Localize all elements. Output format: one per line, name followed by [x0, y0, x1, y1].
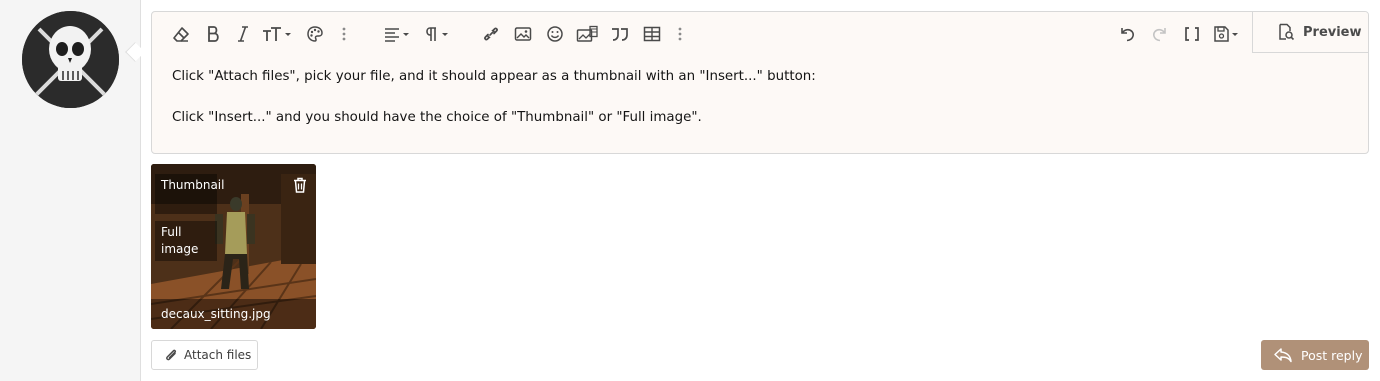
trash-icon[interactable]	[293, 177, 307, 197]
eraser-icon[interactable]	[170, 22, 192, 46]
reply-icon	[1274, 348, 1292, 363]
undo-icon[interactable]	[1116, 22, 1138, 46]
brackets-icon[interactable]	[1181, 22, 1203, 46]
content-line: Click "Attach files", pick your file, an…	[172, 69, 816, 84]
attachment-thumbnail: Thumbnail Full image decaux_sitting.jpg	[151, 164, 316, 329]
message-arrow	[125, 42, 145, 62]
skull-avatar-image	[22, 11, 119, 108]
paperclip-icon	[166, 349, 177, 361]
redo-icon[interactable]	[1149, 22, 1171, 46]
preview-button[interactable]: Preview	[1252, 12, 1368, 53]
post-reply-button[interactable]: Post reply	[1261, 340, 1369, 370]
insert-full-image-option[interactable]: Full image	[155, 221, 217, 261]
attachment-filename: decaux_sitting.jpg	[151, 299, 316, 329]
message-user-column	[0, 0, 145, 381]
smile-icon[interactable]	[544, 22, 566, 46]
preview-icon	[1279, 23, 1295, 41]
link-icon[interactable]	[480, 22, 502, 46]
text-size-icon[interactable]	[260, 22, 294, 46]
rich-text-editor[interactable]: Preview Click "Attach files", pick your …	[151, 11, 1369, 154]
media-icon[interactable]	[575, 22, 599, 46]
editor-content[interactable]: Click "Attach files", pick your file, an…	[172, 66, 1348, 128]
bold-icon[interactable]	[202, 22, 224, 46]
save-draft-icon[interactable]	[1212, 22, 1242, 46]
palette-icon[interactable]	[304, 22, 326, 46]
insert-thumbnail-option[interactable]: Thumbnail	[155, 174, 224, 214]
align-icon[interactable]	[382, 22, 412, 46]
paragraph-icon[interactable]	[422, 22, 452, 46]
image-icon[interactable]	[512, 22, 534, 46]
table-icon[interactable]	[641, 22, 663, 46]
italic-icon[interactable]	[232, 22, 254, 46]
attach-files-button[interactable]: Attach files	[151, 340, 258, 370]
post-reply-label: Post reply	[1301, 347, 1363, 363]
more-vertical-icon[interactable]	[672, 22, 688, 46]
editor-toolbar: Preview	[152, 12, 1368, 56]
quote-icon[interactable]	[609, 22, 631, 46]
attach-files-label: Attach files	[184, 348, 252, 362]
preview-label: Preview	[1303, 24, 1362, 40]
content-line: Click "Insert..." and you should have th…	[172, 110, 702, 125]
avatar[interactable]	[22, 11, 119, 108]
more-vertical-icon[interactable]	[336, 22, 352, 46]
